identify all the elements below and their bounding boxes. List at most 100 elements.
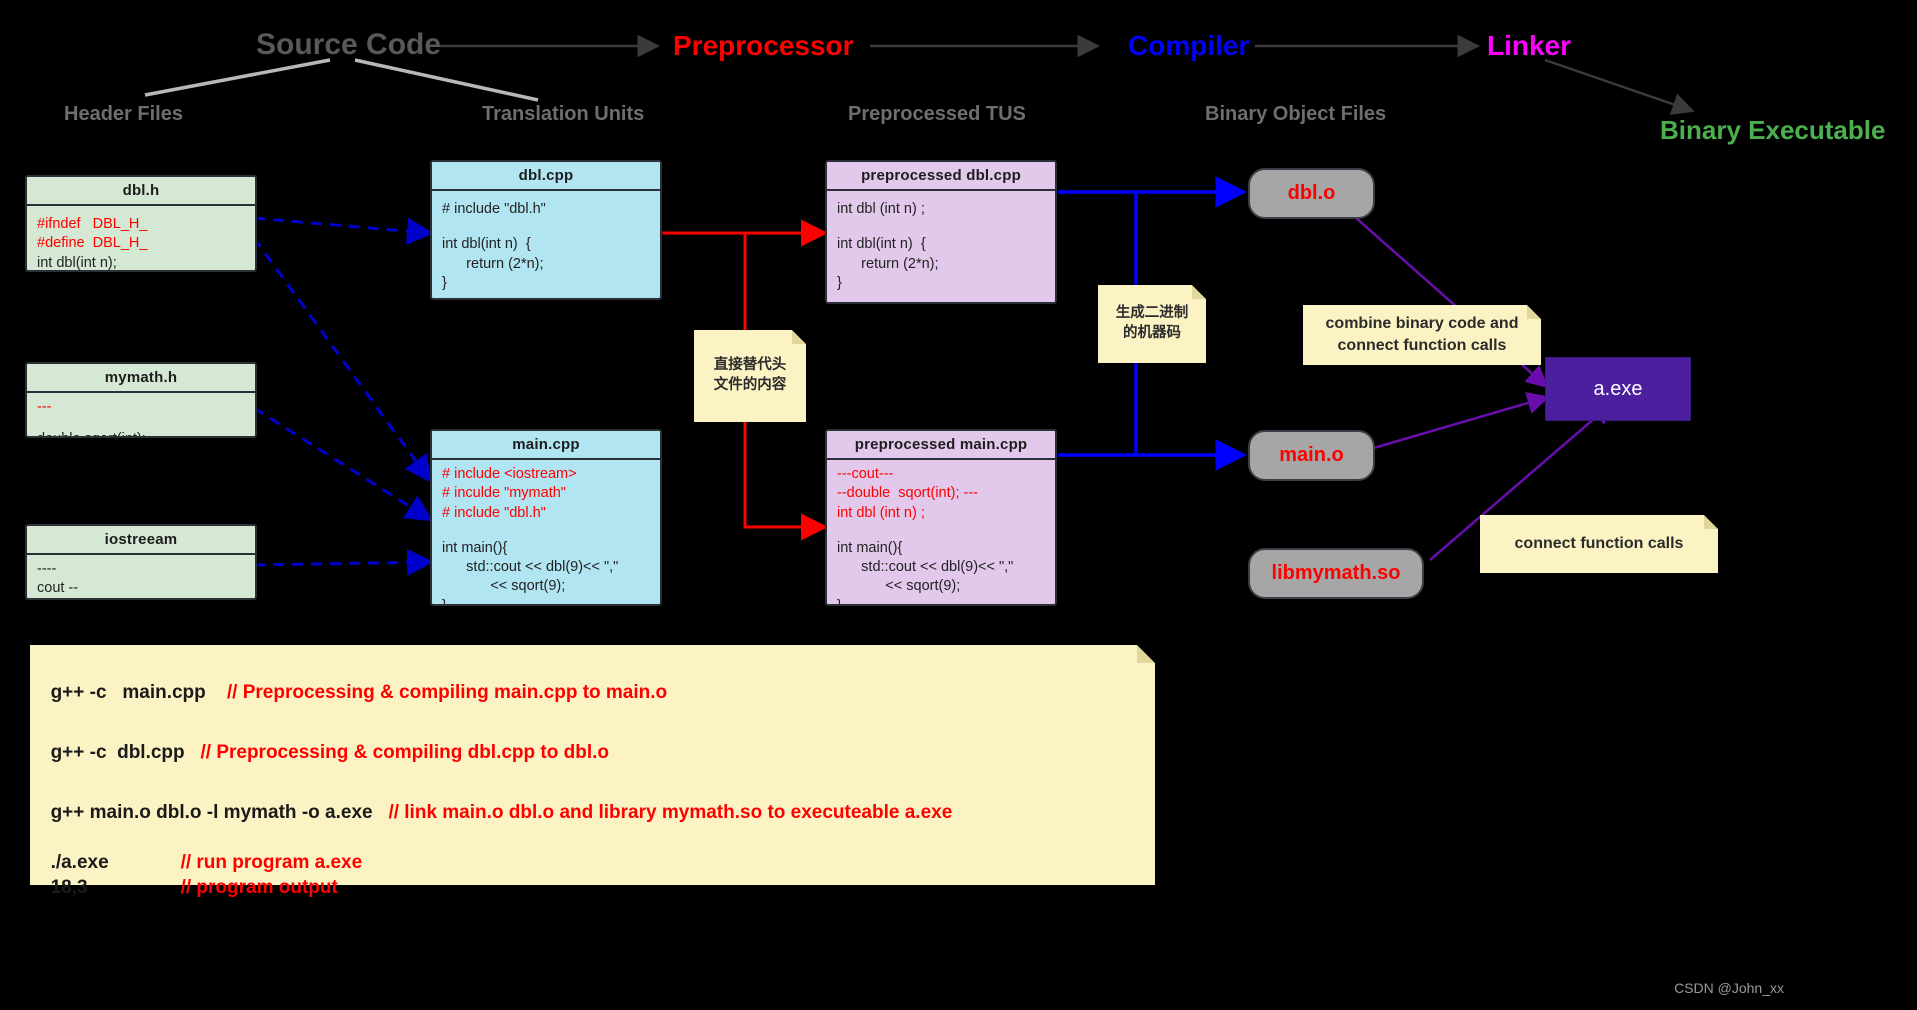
code-line: int dbl (int n) ; (837, 504, 925, 521)
shared-library-libmymath-so[interactable]: libmymath.so (1248, 548, 1424, 599)
command-comment: // Preprocessing & compiling dbl.cpp to … (200, 742, 610, 763)
code-line: int dbl(int n); (37, 254, 117, 271)
code-line: --- (37, 399, 52, 415)
code-line: #ifndef DBL_H_ (37, 216, 148, 232)
file-box-title: preprocessed main.cpp (827, 431, 1055, 460)
file-box-title: mymath.h (27, 364, 255, 393)
command-text: g++ -c main.cpp (50, 682, 206, 703)
code-line: #define DBL_H_ (37, 235, 148, 252)
note-link-connect: connect function calls (1480, 515, 1718, 573)
code-line: << sqort(9); (442, 578, 566, 595)
command-text: 18,3 (50, 877, 88, 898)
object-file-label: dbl.o (1287, 182, 1336, 204)
sublabel-header-files: Header Files (64, 103, 183, 125)
note-link-combine: combine binary code and connect function… (1303, 305, 1541, 365)
sublabel-preprocessed-tus: Preprocessed TUS (848, 103, 1026, 125)
code-line: ------- (37, 599, 246, 600)
fork-source-to-headers (144, 58, 331, 97)
sublabel-binary-executable: Binary Executable (1660, 115, 1886, 145)
file-box-title: dbl.h (27, 177, 255, 206)
note-text: combine binary code and connect function… (1325, 315, 1519, 354)
command-comment: // link main.o dbl.o and library mymath.… (388, 802, 953, 823)
link-maino-to-aexe (1359, 392, 1550, 454)
object-file-main-o[interactable]: main.o (1248, 430, 1375, 481)
code-line: # include "dbl.h" (442, 201, 546, 217)
file-box-preprocessed-dbl-cpp[interactable]: preprocessed dbl.cpp int dbl (int n) ; i… (825, 160, 1057, 304)
code-line: int main(){ (837, 539, 903, 556)
code-line: ---cout--- (837, 466, 894, 482)
stage-title-preprocessor: Preprocessor (673, 30, 854, 61)
file-box-title: preprocessed dbl.cpp (827, 162, 1055, 191)
file-box-title: dbl.cpp (432, 162, 660, 191)
file-box-mymath-h[interactable]: mymath.h --- double sqort(int); ------ (25, 362, 257, 438)
sublabel-binary-object-files: Binary Object Files (1205, 103, 1387, 125)
command-text: g++ main.o dbl.o -l mymath -o a.exe (50, 802, 373, 823)
file-box-main-cpp[interactable]: main.cpp # include <iostream> # inculde … (430, 429, 662, 606)
stage-title-linker: Linker (1487, 30, 1572, 61)
note-text: connect function calls (1514, 535, 1684, 553)
file-box-dbl-cpp[interactable]: dbl.cpp # include "dbl.h" int dbl(int n)… (430, 160, 662, 300)
file-box-preprocessed-main-cpp[interactable]: preprocessed main.cpp ---cout--- --doubl… (825, 429, 1057, 606)
code-line: std::cout << dbl(9)<< "," (837, 559, 1014, 576)
file-box-title: main.cpp (432, 431, 660, 460)
code-line: ---- (37, 561, 57, 577)
code-line: } (442, 597, 447, 606)
note-fold-icon (1704, 515, 1718, 529)
code-line: # include <iostream> (442, 466, 577, 482)
fork-source-to-translation-units (354, 58, 539, 102)
include-mymathh-to-maincpp (253, 406, 434, 522)
command-row: 18,3 // program output (40, 855, 338, 899)
object-file-label: libmymath.so (1271, 562, 1401, 584)
code-line: double sqort(int); (37, 430, 246, 436)
note-text: 直接替代头 文件的内容 (713, 357, 787, 393)
stage-title-source-code: Source Code (256, 28, 442, 61)
pipeline-arrow-linker-to-executable (1544, 58, 1695, 115)
code-line: cout -- (37, 580, 79, 597)
code-line: int dbl (int n) ; (837, 201, 925, 217)
code-line: int dbl(int n) { (442, 236, 531, 253)
sublabel-translation-units: Translation Units (482, 103, 645, 125)
command-row: g++ -c main.cpp // Preprocessing & compi… (40, 660, 668, 704)
code-line: } (837, 274, 842, 291)
object-file-dbl-o[interactable]: dbl.o (1248, 168, 1375, 219)
file-box-dbl-h[interactable]: dbl.h #ifndef DBL_H_ #define DBL_H_ int … (25, 175, 257, 272)
code-line: std::cout << dbl(9)<< "," (442, 559, 619, 576)
object-file-label: main.o (1279, 444, 1344, 466)
code-line: } (442, 274, 447, 291)
code-line: # include "dbl.h" (442, 504, 546, 521)
note-fold-icon (792, 330, 806, 344)
include-dblh-to-dblcpp (253, 216, 434, 245)
executable-label: a.exe (1593, 377, 1643, 400)
code-line: # inculde "mymath" (442, 485, 566, 502)
code-line: --double sqort(int); --- (837, 485, 979, 502)
command-row: g++ main.o dbl.o -l mymath -o a.exe // l… (40, 780, 953, 824)
note-text: 生成二进制 的机器码 (1115, 305, 1189, 341)
code-line: << sqort(9); (837, 578, 961, 595)
executable-a-exe[interactable]: a.exe (1545, 357, 1691, 421)
code-line: int dbl(int n) { (837, 236, 926, 253)
include-dblh-to-maincpp (252, 237, 432, 483)
file-box-iostreeam[interactable]: iostreeam ---- cout -- ------- (25, 524, 257, 600)
include-edges (252, 216, 434, 576)
command-text: g++ -c dbl.cpp (50, 742, 185, 763)
code-line: } (837, 597, 842, 606)
note-compile-chinese: 生成二进制 的机器码 (1098, 285, 1206, 363)
file-box-title: iostreeam (27, 526, 255, 555)
note-fold-icon (1137, 645, 1155, 663)
command-comment: // Preprocessing & compiling main.cpp to… (226, 682, 668, 703)
code-line: int main(){ (442, 539, 508, 556)
note-fold-icon (1192, 285, 1206, 299)
code-line: return (2*n); (837, 255, 939, 272)
watermark: CSDN @John_xx (1674, 980, 1784, 996)
stage-title-compiler: Compiler (1128, 30, 1250, 61)
command-row: g++ -c dbl.cpp // Preprocessing & compil… (40, 720, 609, 764)
note-fold-icon (1527, 305, 1541, 319)
note-preprocess-chinese: 直接替代头 文件的内容 (694, 330, 806, 422)
command-comment: // program output (180, 877, 338, 898)
code-line: return (2*n); (442, 255, 544, 272)
